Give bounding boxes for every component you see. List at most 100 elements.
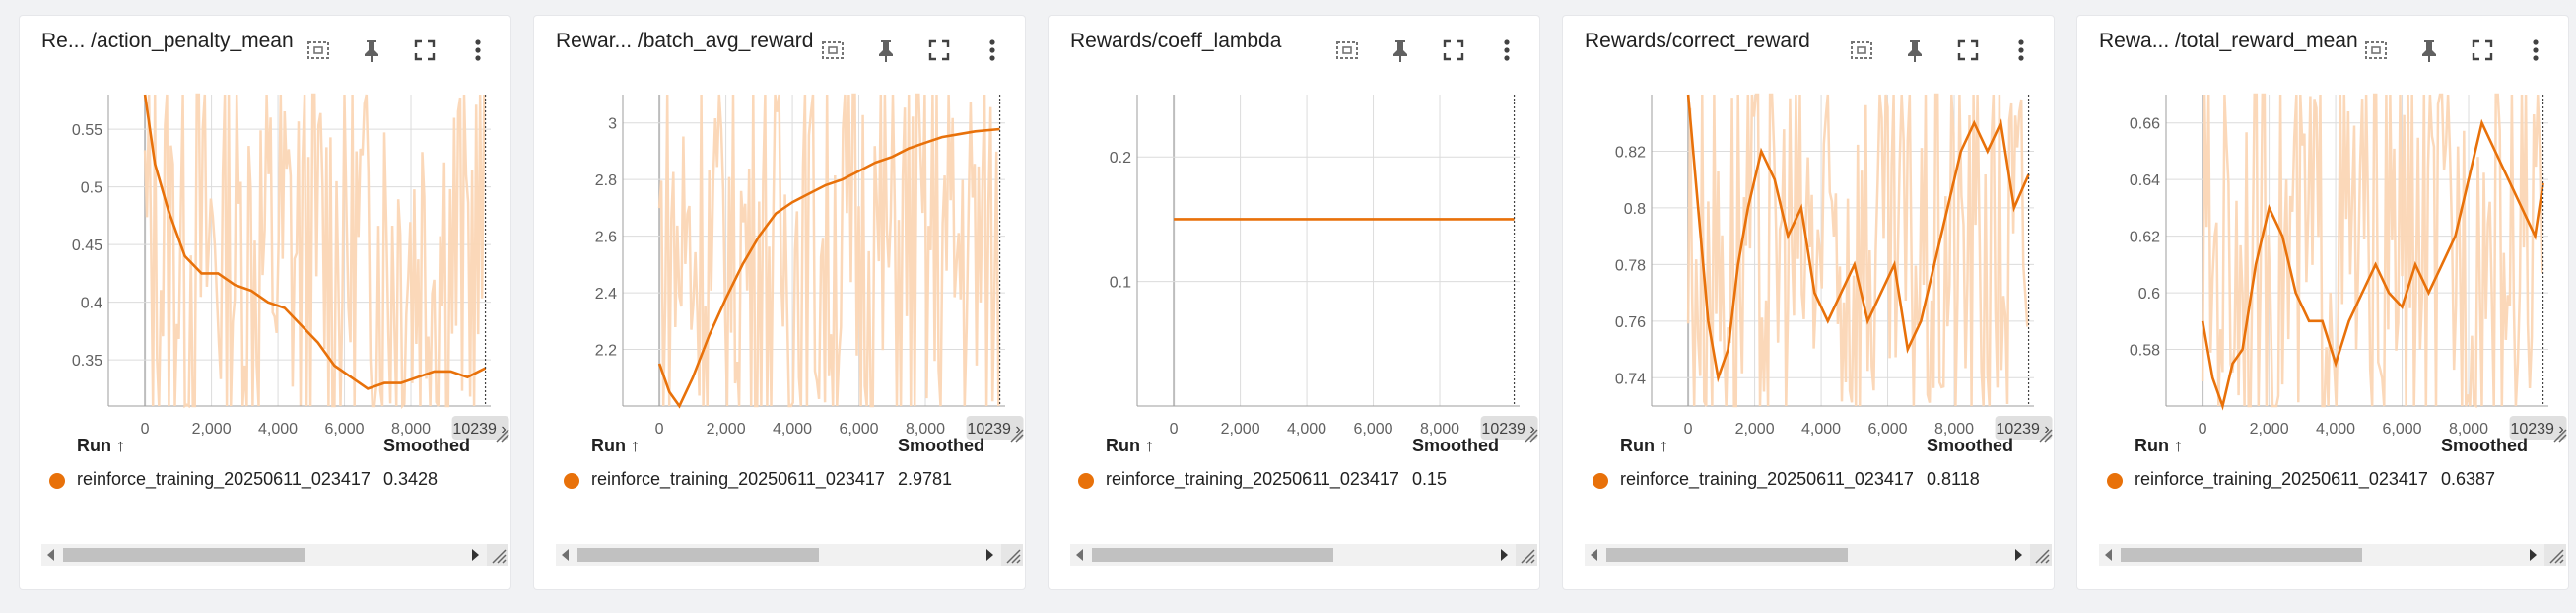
legend-row[interactable]: reinforce_training_20250611_023417 0.3428 bbox=[20, 469, 510, 499]
line-chart[interactable]: 0.1 0.2 0 2,000 4,000 6,000 8,000 10239 › bbox=[1049, 79, 1539, 443]
fullscreen-icon bbox=[1437, 34, 1470, 67]
fullscreen-button[interactable] bbox=[1951, 34, 1985, 67]
resize-grip-icon bbox=[1006, 549, 1021, 564]
legend-row[interactable]: reinforce_training_20250611_023417 0.8118 bbox=[1563, 469, 2054, 499]
scroll-left-icon[interactable] bbox=[562, 549, 569, 561]
chart-svg: 0.740.760.780.80.820 2,000 4,000 6,000 8,000… bbox=[1615, 93, 2053, 443]
pin-button[interactable] bbox=[2412, 34, 2446, 67]
table-resize-handle[interactable] bbox=[2030, 544, 2052, 566]
y-tick-label: 2.4 bbox=[595, 286, 617, 303]
more-vert-button[interactable] bbox=[461, 34, 495, 67]
run-name: reinforce_training_20250611_023417 bbox=[77, 469, 371, 489]
fit-domain-button[interactable] bbox=[1330, 34, 1364, 67]
scroll-right-icon[interactable] bbox=[2530, 549, 2537, 561]
card-header: Rewa... /total_reward_mean bbox=[2077, 16, 2568, 79]
line-chart[interactable]: 0.35 0.4 0.45 0.5 0.55 0 2,000 4,000 6,000 8,000 1… bbox=[20, 79, 510, 443]
table-resize-handle[interactable] bbox=[1516, 544, 1537, 566]
y-tick-label: 0.58 bbox=[2130, 343, 2160, 360]
card-title: Rewards/coeff_lambda bbox=[1070, 30, 1282, 52]
run-sort-header[interactable]: Run ↑ bbox=[1106, 436, 1154, 456]
legend-row[interactable]: reinforce_training_20250611_023417 0.15 bbox=[1049, 469, 1539, 499]
smoothed-header: Smoothed bbox=[1927, 436, 2013, 455]
fit-domain-icon bbox=[816, 34, 849, 67]
fullscreen-button[interactable] bbox=[922, 34, 956, 67]
scroll-right-icon[interactable] bbox=[472, 549, 479, 561]
fit-domain-button[interactable] bbox=[302, 34, 335, 67]
fullscreen-button[interactable] bbox=[408, 34, 441, 67]
horizontal-scrollbar[interactable] bbox=[1585, 544, 2030, 566]
fit-domain-button[interactable] bbox=[816, 34, 849, 67]
scroll-left-icon[interactable] bbox=[2105, 549, 2112, 561]
card-title: Re... /action_penalty_mean bbox=[41, 30, 294, 52]
smoothed-value: 0.8118 bbox=[1927, 469, 1980, 489]
fit-domain-icon bbox=[1845, 34, 1878, 67]
scrollbar-thumb[interactable] bbox=[577, 548, 819, 562]
table-resize-handle[interactable] bbox=[2544, 544, 2566, 566]
horizontal-scrollbar[interactable] bbox=[1070, 544, 1516, 566]
more-vert-button[interactable] bbox=[1490, 34, 1524, 67]
legend-row[interactable]: reinforce_training_20250611_023417 2.9781 bbox=[534, 469, 1025, 499]
pin-button[interactable] bbox=[1384, 34, 1417, 67]
pin-button[interactable] bbox=[869, 34, 903, 67]
scroll-left-icon[interactable] bbox=[1591, 549, 1597, 561]
y-tick-label: 0.64 bbox=[2130, 172, 2160, 189]
scroll-right-icon[interactable] bbox=[2015, 549, 2022, 561]
smoothed-value: 2.9781 bbox=[898, 469, 953, 489]
y-tick-label: 0.66 bbox=[2130, 116, 2160, 133]
pin-button[interactable] bbox=[1898, 34, 1932, 67]
horizontal-scrollbar[interactable] bbox=[556, 544, 1001, 566]
scroll-left-icon[interactable] bbox=[47, 549, 54, 561]
chart-svg: 0.580.60.620.640.660 2,000 4,000 6,000 8,000… bbox=[2130, 93, 2567, 443]
table-resize-handle[interactable] bbox=[1001, 544, 1023, 566]
smoothed-value: 0.3428 bbox=[383, 469, 439, 489]
y-tick-label: 0.35 bbox=[72, 353, 102, 370]
line-chart[interactable]: 0.74 0.76 0.78 0.8 0.82 0 2,000 4,000 6,000 8,000… bbox=[1563, 79, 2054, 443]
run-name: reinforce_training_20250611_023417 bbox=[1106, 469, 1399, 489]
scrollbar-thumb[interactable] bbox=[63, 548, 305, 562]
card-header: Re... /action_penalty_mean bbox=[20, 16, 510, 79]
more-vert-icon bbox=[2004, 34, 2038, 67]
run-sort-header[interactable]: Run ↑ bbox=[2135, 436, 2183, 456]
scrollbar-thumb[interactable] bbox=[1606, 548, 1848, 562]
resize-grip-icon bbox=[2549, 549, 2564, 564]
y-tick-label: 0.4 bbox=[81, 296, 102, 312]
fit-domain-button[interactable] bbox=[1845, 34, 1878, 67]
fullscreen-button[interactable] bbox=[1437, 34, 1470, 67]
table-resize-handle[interactable] bbox=[487, 544, 508, 566]
scalar-card: Rewa... /total_reward_mean 0.58 0.6 0.62 0.6… bbox=[2077, 16, 2568, 589]
scalar-card: Rewar... /batch_avg_reward 2.2 2.4 2.6 2.8 3 0… bbox=[534, 16, 1025, 589]
run-name: reinforce_training_20250611_023417 bbox=[2135, 469, 2428, 489]
y-tick-label: 3 bbox=[608, 116, 617, 133]
run-sort-header[interactable]: Run ↑ bbox=[77, 436, 125, 456]
raw-series-line bbox=[1686, 93, 2029, 408]
legend-header: Run ↑ Smoothed bbox=[20, 436, 510, 465]
more-vert-button[interactable] bbox=[2004, 34, 2038, 67]
run-color-dot bbox=[49, 473, 65, 489]
scalar-card: Rewards/correct_reward 0.74 0.76 0.78 0.8 0.8… bbox=[1563, 16, 2054, 589]
run-sort-header[interactable]: Run ↑ bbox=[1620, 436, 1668, 456]
more-vert-button[interactable] bbox=[976, 34, 1009, 67]
fit-domain-button[interactable] bbox=[2359, 34, 2393, 67]
y-tick-label: 0.78 bbox=[1615, 257, 1646, 274]
horizontal-scrollbar[interactable] bbox=[41, 544, 487, 566]
scrollbar-thumb[interactable] bbox=[2121, 548, 2362, 562]
legend-header: Run ↑ Smoothed bbox=[1049, 436, 1539, 465]
line-chart[interactable]: 0.58 0.6 0.62 0.64 0.66 0 2,000 4,000 6,000 8,000… bbox=[2077, 79, 2568, 443]
horizontal-scrollbar[interactable] bbox=[2099, 544, 2544, 566]
line-chart[interactable]: 2.2 2.4 2.6 2.8 3 0 2,000 4,000 6,000 8,000 10239 … bbox=[534, 79, 1025, 443]
legend-header: Run ↑ Smoothed bbox=[1563, 436, 2054, 465]
scrollbar-thumb[interactable] bbox=[1092, 548, 1333, 562]
scroll-right-icon[interactable] bbox=[986, 549, 993, 561]
more-vert-icon bbox=[2519, 34, 2552, 67]
card-header: Rewards/correct_reward bbox=[1563, 16, 2054, 79]
fullscreen-button[interactable] bbox=[2466, 34, 2499, 67]
scroll-right-icon[interactable] bbox=[1501, 549, 1508, 561]
run-sort-header[interactable]: Run ↑ bbox=[591, 436, 640, 456]
more-vert-button[interactable] bbox=[2519, 34, 2552, 67]
scroll-left-icon[interactable] bbox=[1076, 549, 1083, 561]
y-tick-label: 0.62 bbox=[2130, 230, 2160, 246]
more-vert-icon bbox=[1490, 34, 1524, 67]
y-tick-label: 2.2 bbox=[595, 343, 617, 360]
pin-button[interactable] bbox=[355, 34, 388, 67]
legend-row[interactable]: reinforce_training_20250611_023417 0.6387 bbox=[2077, 469, 2568, 499]
